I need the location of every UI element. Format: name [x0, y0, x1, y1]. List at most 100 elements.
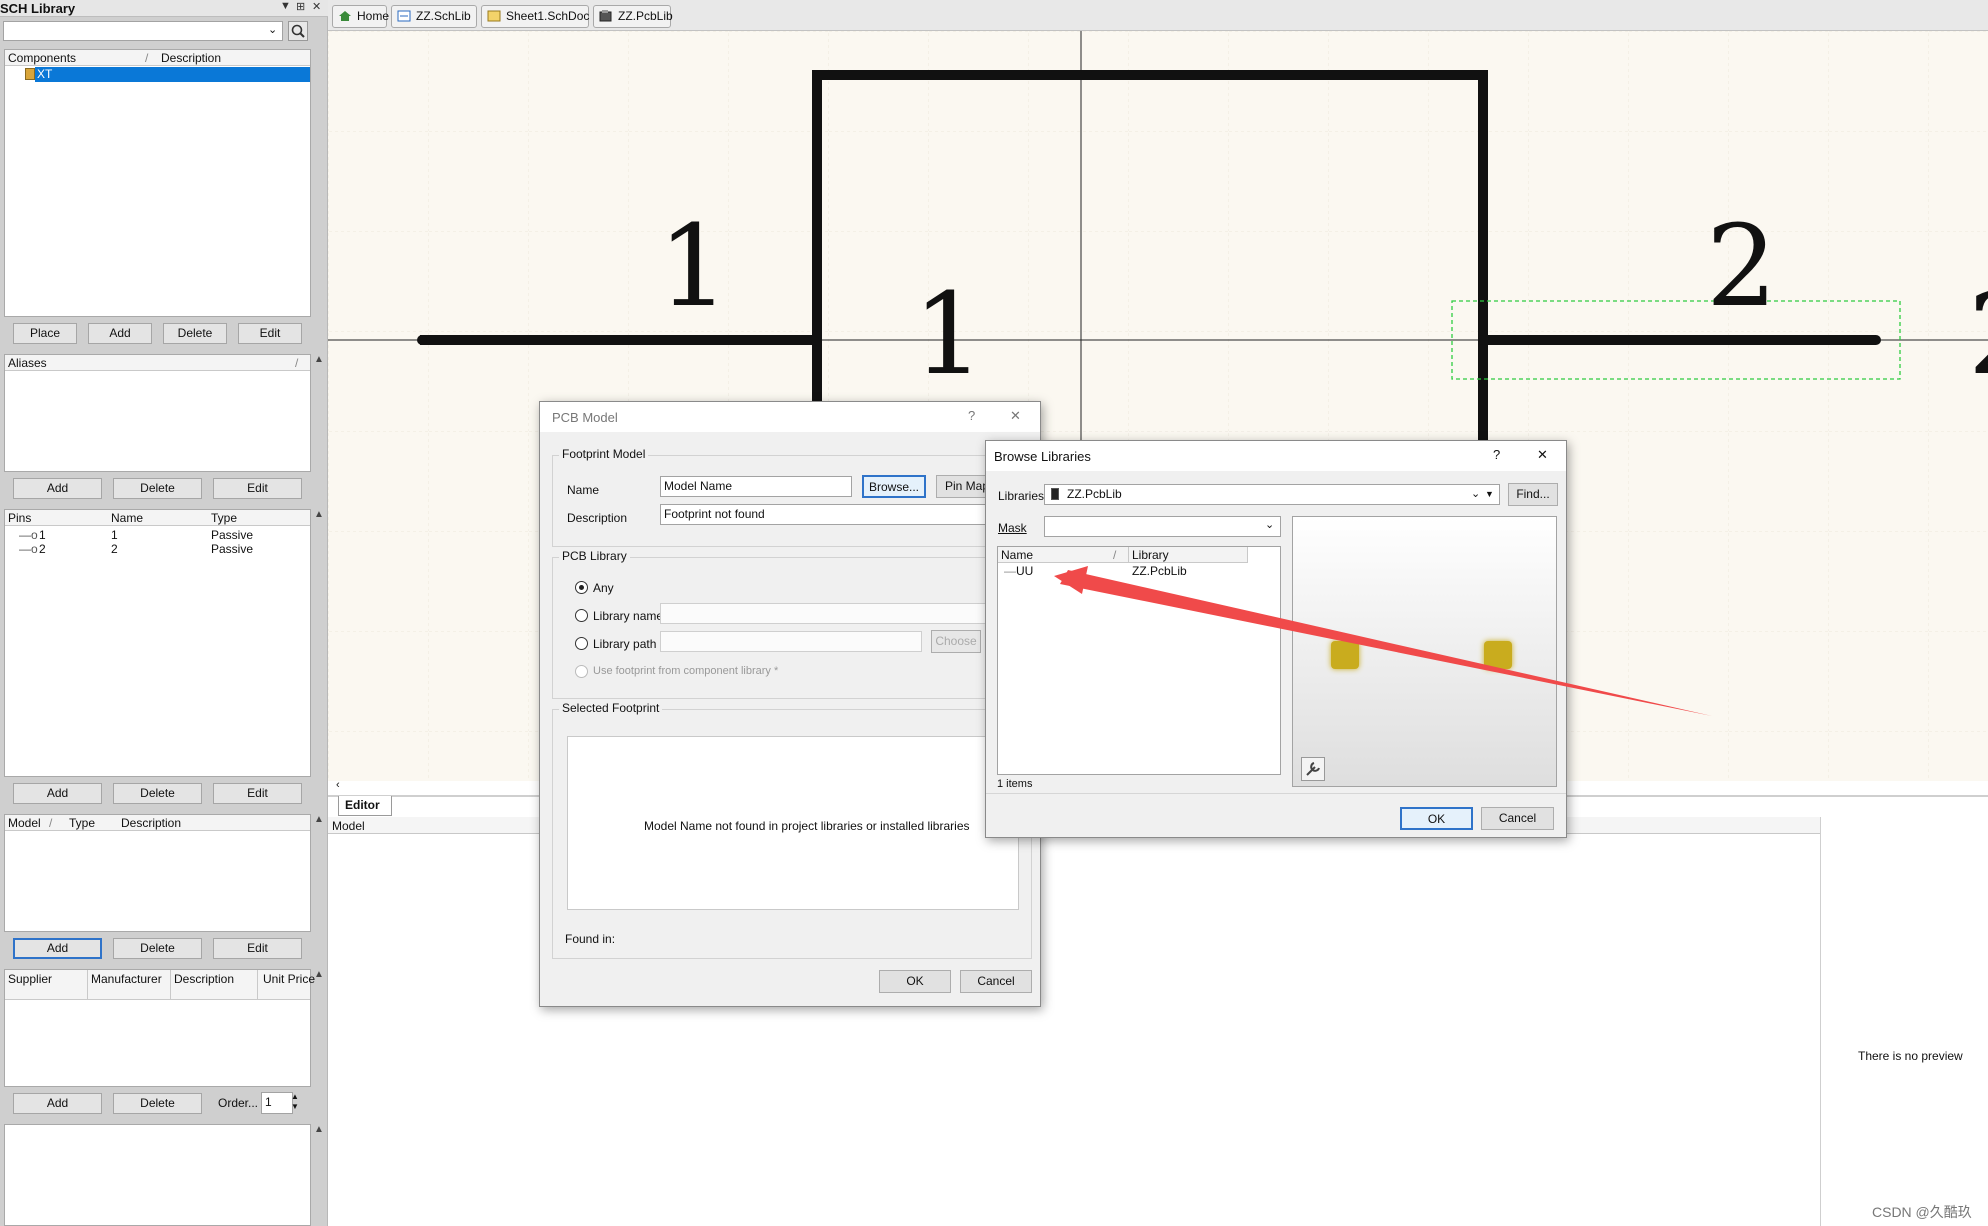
col-name[interactable]: Name: [111, 511, 143, 525]
parameters-list[interactable]: [4, 1124, 311, 1226]
pin2-designator: 2: [1706, 202, 1778, 332]
collapse-icon[interactable]: ▲: [314, 1124, 324, 1135]
name-field[interactable]: Model Name: [660, 476, 852, 497]
col-description[interactable]: Description: [174, 972, 234, 986]
col-model[interactable]: Model: [8, 816, 41, 830]
tab-editor[interactable]: Editor: [338, 796, 392, 816]
pin-name: 1: [111, 528, 118, 542]
ok-button[interactable]: OK: [879, 970, 951, 993]
col-name[interactable]: Name: [1001, 548, 1033, 562]
edit-alias-button[interactable]: Edit: [213, 478, 302, 499]
search-icon[interactable]: [288, 21, 308, 41]
close-icon[interactable]: ✕: [1537, 447, 1548, 463]
col-pins[interactable]: Pins: [8, 511, 31, 525]
edit-pin-button[interactable]: Edit: [213, 783, 302, 804]
col-type[interactable]: Type: [211, 511, 237, 525]
libraries-combo[interactable]: ZZ.PcbLib ⌄ ▼: [1044, 484, 1500, 505]
col-library[interactable]: Library: [1132, 548, 1169, 562]
library-path-field[interactable]: [660, 631, 922, 652]
find-button[interactable]: Find...: [1508, 483, 1558, 506]
chevron-down-icon[interactable]: ⌄: [1265, 518, 1274, 531]
col-supplier[interactable]: Supplier: [8, 972, 52, 986]
mask-field[interactable]: [1044, 516, 1281, 537]
add-model-button[interactable]: Add: [13, 938, 102, 959]
tab-zz-pcblib[interactable]: ZZ.PcbLib: [593, 5, 673, 28]
col-description[interactable]: Description: [161, 51, 221, 65]
chevron-down-icon[interactable]: ⌄: [268, 23, 277, 36]
footprint-list[interactable]: Name / Library — UU ZZ.PcbLib: [997, 546, 1281, 775]
pin2-name: 2: [1968, 279, 1988, 391]
pad-2: [1484, 641, 1512, 669]
aliases-list[interactable]: Aliases /: [4, 354, 311, 472]
table-row[interactable]: —o 2 2 Passive: [5, 542, 310, 556]
cancel-button[interactable]: Cancel: [960, 970, 1032, 993]
ok-button[interactable]: OK: [1400, 807, 1473, 830]
delete-supplier-button[interactable]: Delete: [113, 1093, 202, 1114]
spinner-arrows-icon[interactable]: ▲ ▼: [291, 1092, 299, 1112]
collapse-icon[interactable]: ▲: [314, 814, 324, 825]
help-icon[interactable]: ?: [1493, 447, 1500, 462]
chevron-down-icon: ⌄: [1471, 488, 1481, 500]
place-button[interactable]: Place: [13, 323, 77, 344]
collapse-icon[interactable]: ▲: [314, 509, 324, 520]
tab-zz-schlib[interactable]: ZZ.SchLib *: [391, 5, 477, 44]
add-component-button[interactable]: Add: [88, 323, 152, 344]
table-row[interactable]: —o 1 1 Passive: [5, 528, 310, 542]
models-list[interactable]: Model / Type Description: [4, 814, 311, 932]
mask-label: Mask: [998, 521, 1027, 535]
tab-home[interactable]: Home: [332, 5, 389, 28]
delete-pin-button[interactable]: Delete: [113, 783, 202, 804]
components-list[interactable]: Components / Description XT: [4, 49, 311, 317]
pin-icon: —o: [19, 542, 38, 556]
radio-library-name[interactable]: [575, 609, 588, 622]
radio-library-path[interactable]: [575, 637, 588, 650]
scroll-left-icon[interactable]: ‹: [336, 779, 340, 791]
choose-button[interactable]: Choose: [931, 630, 981, 653]
name-label: Name: [567, 483, 600, 497]
radio-any[interactable]: [575, 581, 588, 594]
col-type[interactable]: Type: [69, 816, 95, 830]
browse-button[interactable]: Browse...: [862, 475, 926, 498]
delete-model-button[interactable]: Delete: [113, 938, 202, 959]
radio-use-component[interactable]: [575, 665, 588, 678]
col-description[interactable]: Description: [121, 816, 181, 830]
delete-component-button[interactable]: Delete: [163, 323, 227, 344]
dialog-titlebar: Browse Libraries ? ✕: [986, 441, 1566, 471]
dialog-titlebar: PCB Model ? ✕: [540, 402, 1040, 432]
wrench-icon[interactable]: [1301, 757, 1325, 781]
pin-icon[interactable]: ⊞: [296, 0, 305, 13]
add-alias-button[interactable]: Add: [13, 478, 102, 499]
list-item[interactable]: — UU ZZ.PcbLib: [998, 564, 1278, 579]
models-header: Model / Type Description: [5, 815, 310, 831]
col-components[interactable]: Components: [8, 51, 76, 65]
add-supplier-button[interactable]: Add: [13, 1093, 102, 1114]
description-field[interactable]: Footprint not found: [660, 504, 1020, 525]
library-name-field[interactable]: [660, 603, 1020, 624]
panel-menu-icon[interactable]: ▼: [280, 0, 291, 12]
collapse-icon[interactable]: ▲: [314, 969, 324, 980]
footprint-preview: [1292, 516, 1557, 787]
close-icon[interactable]: ✕: [1010, 408, 1021, 424]
edit-component-button[interactable]: Edit: [238, 323, 302, 344]
suppliers-list[interactable]: Supplier Manufacturer Description Unit P…: [4, 969, 315, 1087]
tab-sheet1[interactable]: Sheet1.SchDoc *: [481, 5, 589, 44]
pin-number: 2: [39, 542, 46, 556]
add-pin-button[interactable]: Add: [13, 783, 102, 804]
col-aliases[interactable]: Aliases: [8, 356, 47, 370]
list-item[interactable]: XT: [35, 67, 310, 82]
collapse-icon[interactable]: ▲: [314, 354, 324, 365]
col-manufacturer[interactable]: Manufacturer: [91, 972, 162, 986]
delete-alias-button[interactable]: Delete: [113, 478, 202, 499]
footprint-list-header: Name / Library: [998, 547, 1248, 563]
pins-list[interactable]: Pins Name Type —o 1 1 Passive —o 2 2 Pas…: [4, 509, 311, 777]
col-unit-price[interactable]: Unit Price: [263, 972, 315, 986]
close-icon[interactable]: ✕: [312, 0, 321, 13]
help-icon[interactable]: ?: [968, 408, 975, 423]
edit-model-button[interactable]: Edit: [213, 938, 302, 959]
filter-combo[interactable]: [3, 21, 283, 41]
cancel-button[interactable]: Cancel: [1481, 807, 1554, 830]
footprint-model-group: Footprint Model Name Model Name Browse..…: [552, 447, 1032, 547]
order-spinner[interactable]: 1: [261, 1092, 293, 1114]
pin-icon: —o: [19, 528, 38, 542]
col-model[interactable]: Model: [332, 819, 365, 833]
